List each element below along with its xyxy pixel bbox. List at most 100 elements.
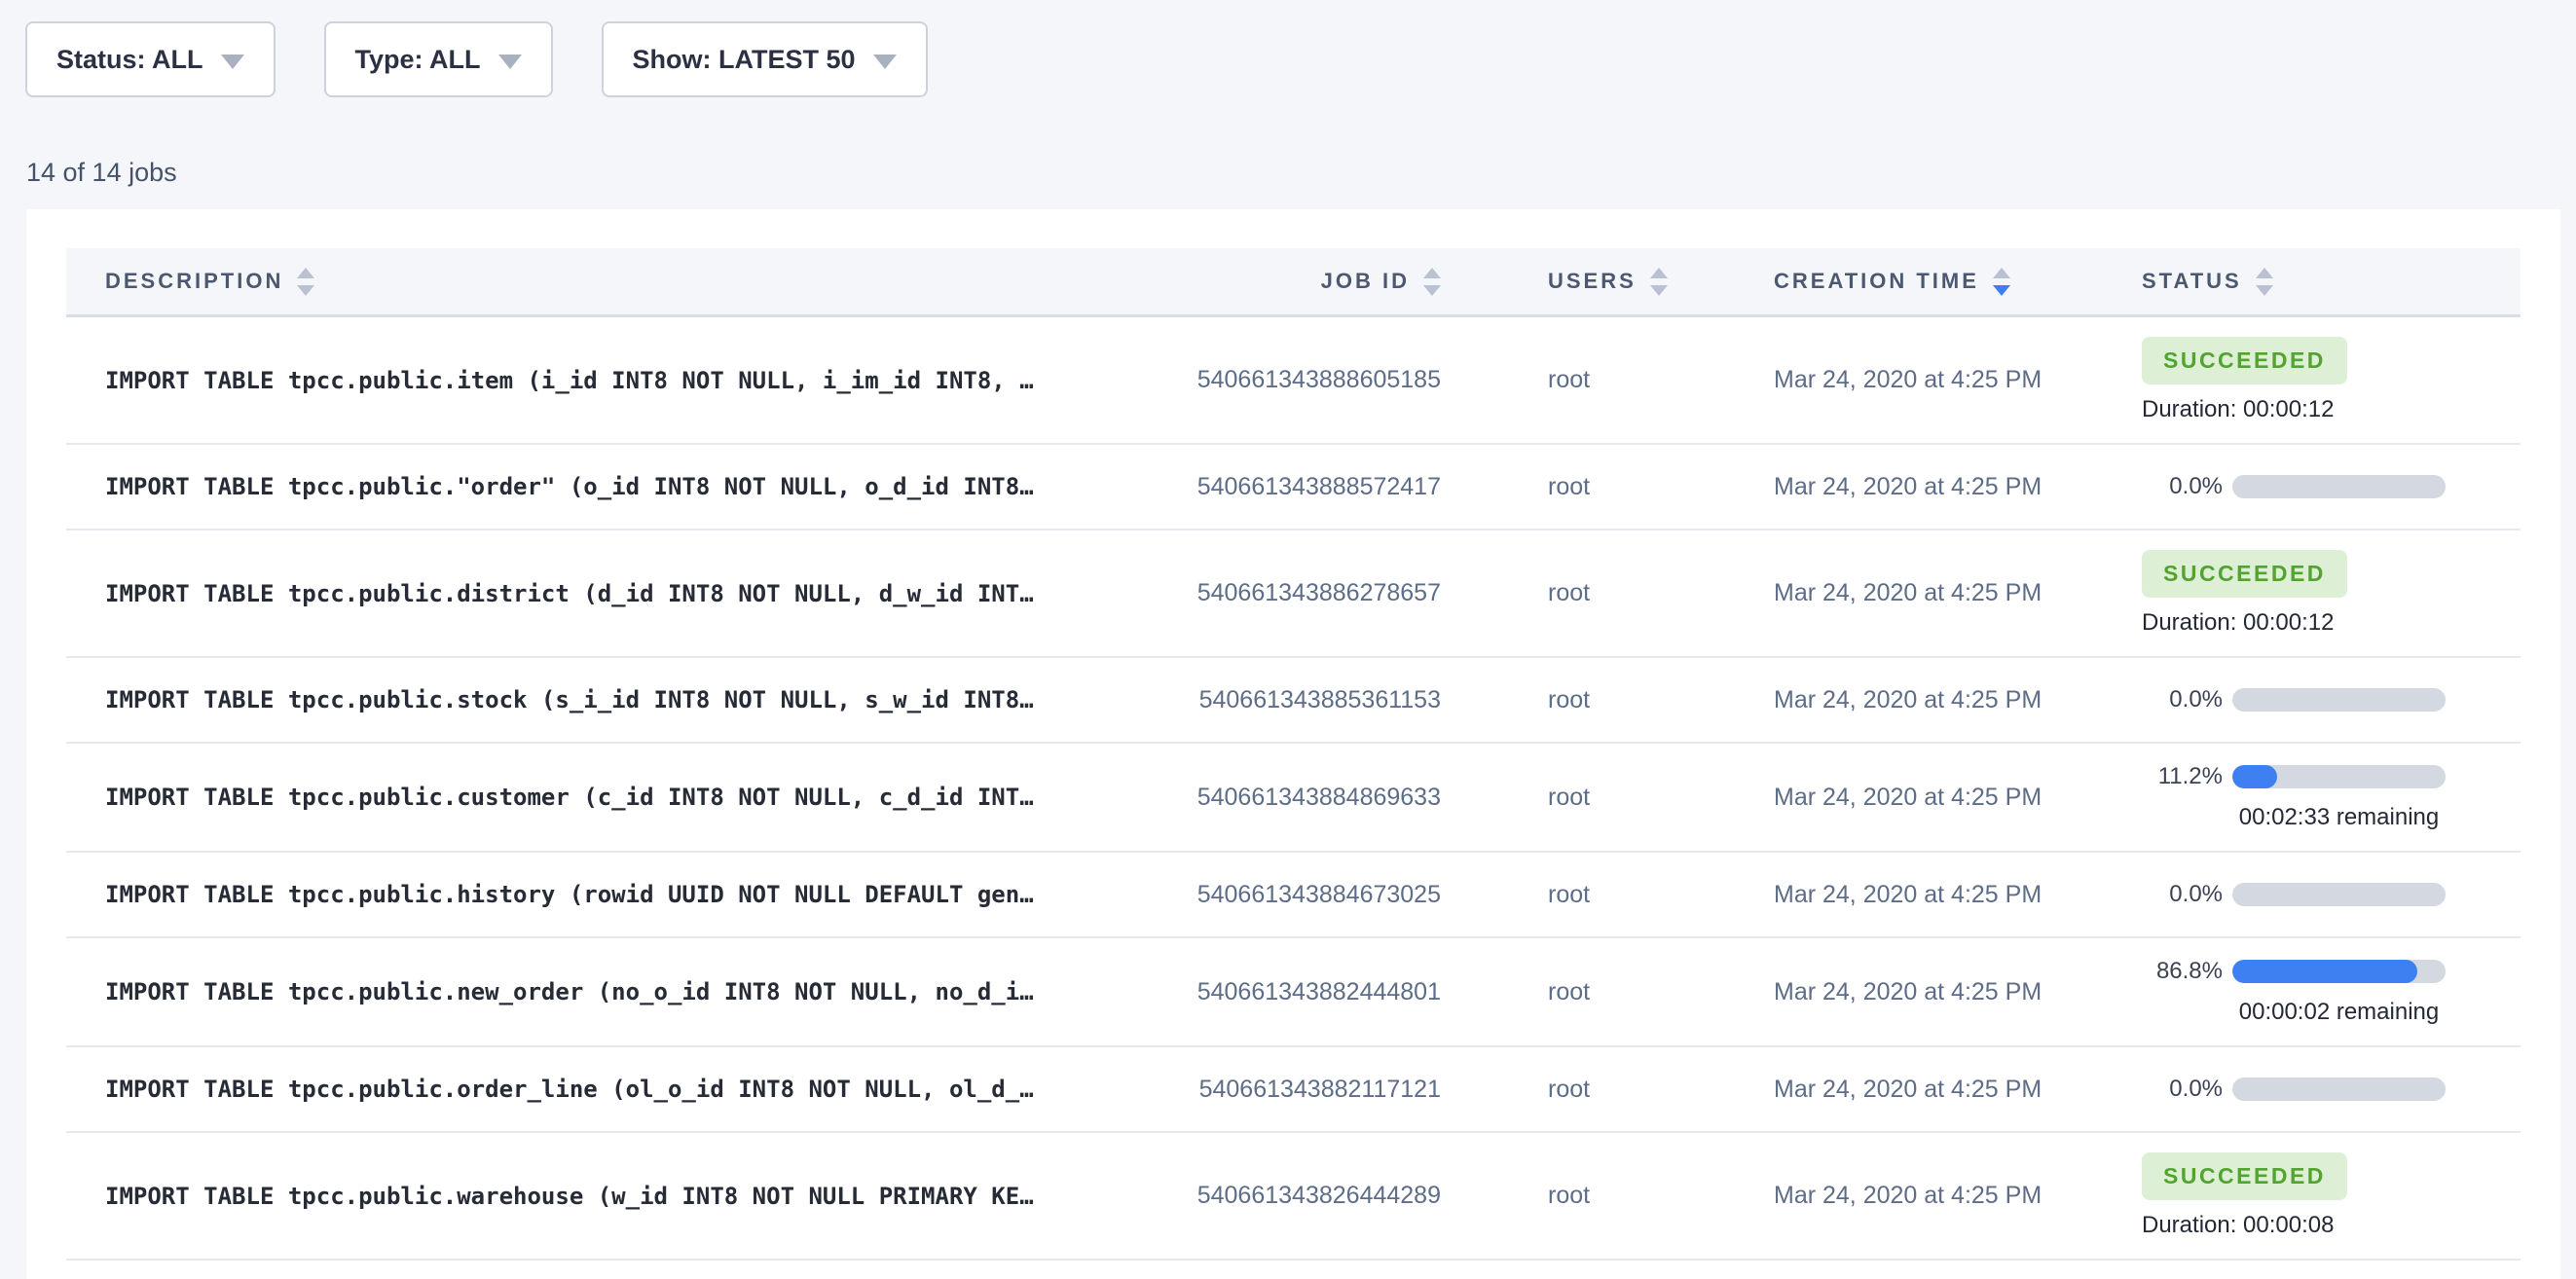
column-header-status[interactable]: STATUS <box>2064 268 2521 296</box>
progress-bar <box>2232 883 2446 906</box>
job-user: root <box>1441 784 1655 812</box>
job-id: 540661343884673025 <box>1178 881 1441 909</box>
progress-bar <box>2232 688 2446 712</box>
job-duration: Duration: 00:00:12 <box>2142 396 2521 423</box>
job-id: 540661343888605185 <box>1178 366 1441 394</box>
job-id: 540661343826444289 <box>1178 1182 1441 1210</box>
job-creation-time: Mar 24, 2020 at 4:25 PM <box>1655 366 2064 394</box>
table-row: IMPORT TABLE tpcc.public."order" (o_id I… <box>66 445 2521 530</box>
job-duration: Duration: 00:00:08 <box>2142 1212 2521 1239</box>
job-id: 540661343882117121 <box>1178 1076 1441 1104</box>
sort-arrows-icon <box>1993 268 2010 296</box>
chevron-down-icon <box>498 55 522 69</box>
job-progress: 0.0% <box>2142 1076 2521 1103</box>
table-row: IMPORT TABLE tpcc.public.order_line (ol_… <box>66 1047 2521 1133</box>
filter-bar: Status: ALL Type: ALL Show: LATEST 50 <box>0 0 2576 97</box>
job-user: root <box>1441 978 1655 1006</box>
sort-arrows-icon <box>297 268 314 296</box>
progress-bar <box>2232 1078 2446 1101</box>
jobs-table: DESCRIPTION JOB ID USERS CREATION TIME S… <box>66 248 2521 1261</box>
job-description: IMPORT TABLE tpcc.public.new_order (no_o… <box>66 978 1178 1005</box>
job-status: 0.0% <box>2064 1076 2521 1103</box>
progress-percent: 0.0% <box>2142 473 2223 500</box>
progress-percent: 11.2% <box>2142 763 2223 790</box>
progress-bar-fill <box>2232 765 2277 788</box>
job-id: 540661343882444801 <box>1178 978 1441 1006</box>
job-progress: 0.0% <box>2142 686 2521 713</box>
job-creation-time: Mar 24, 2020 at 4:25 PM <box>1655 686 2064 714</box>
job-description: IMPORT TABLE tpcc.public."order" (o_id I… <box>66 473 1178 500</box>
job-id: 540661343885361153 <box>1178 686 1441 714</box>
job-creation-time: Mar 24, 2020 at 4:25 PM <box>1655 579 2064 607</box>
job-description: IMPORT TABLE tpcc.public.order_line (ol_… <box>66 1076 1178 1103</box>
job-status: 0.0% <box>2064 686 2521 713</box>
table-row: IMPORT TABLE tpcc.public.history (rowid … <box>66 853 2521 938</box>
job-description: IMPORT TABLE tpcc.public.history (rowid … <box>66 881 1178 908</box>
job-creation-time: Mar 24, 2020 at 4:25 PM <box>1655 473 2064 501</box>
progress-percent: 0.0% <box>2142 881 2223 908</box>
table-row: IMPORT TABLE tpcc.public.warehouse (w_id… <box>66 1133 2521 1261</box>
job-description: IMPORT TABLE tpcc.public.customer (c_id … <box>66 784 1178 811</box>
job-status: 0.0% <box>2064 473 2521 500</box>
job-user: root <box>1441 366 1655 394</box>
job-status: 11.2% 00:02:33 remaining <box>2064 763 2521 831</box>
job-description: IMPORT TABLE tpcc.public.item (i_id INT8… <box>66 367 1178 394</box>
progress-percent: 86.8% <box>2142 958 2223 985</box>
job-progress: 86.8% <box>2142 958 2521 985</box>
status-badge: SUCCEEDED <box>2142 1152 2347 1200</box>
table-row: IMPORT TABLE tpcc.public.customer (c_id … <box>66 744 2521 853</box>
job-user: root <box>1441 1182 1655 1210</box>
job-user: root <box>1441 579 1655 607</box>
job-status: SUCCEEDED Duration: 00:00:12 <box>2064 550 2521 637</box>
progress-bar <box>2232 765 2446 788</box>
status-filter-dropdown[interactable]: Status: ALL <box>25 21 276 97</box>
chevron-down-icon <box>221 55 244 69</box>
job-status: 86.8%00:00:02 remaining <box>2064 958 2521 1026</box>
progress-percent: 0.0% <box>2142 686 2223 713</box>
job-status: SUCCEEDED Duration: 00:00:12 <box>2064 337 2521 423</box>
jobs-count-summary: 14 of 14 jobs <box>26 158 2576 188</box>
job-user: root <box>1441 686 1655 714</box>
column-header-description[interactable]: DESCRIPTION <box>66 268 1178 296</box>
status-badge: SUCCEEDED <box>2142 337 2347 384</box>
progress-bar <box>2232 960 2446 983</box>
type-filter-dropdown[interactable]: Type: ALL <box>324 21 553 97</box>
jobs-table-body: IMPORT TABLE tpcc.public.item (i_id INT8… <box>66 317 2521 1261</box>
job-id: 540661343888572417 <box>1178 473 1441 501</box>
sort-arrows-icon <box>2256 268 2273 296</box>
job-creation-time: Mar 24, 2020 at 4:25 PM <box>1655 978 2064 1006</box>
column-header-users[interactable]: USERS <box>1441 268 1655 296</box>
job-user: root <box>1441 473 1655 501</box>
job-creation-time: Mar 24, 2020 at 4:25 PM <box>1655 881 2064 909</box>
progress-bar <box>2232 475 2446 498</box>
job-user: root <box>1441 1076 1655 1104</box>
jobs-card: DESCRIPTION JOB ID USERS CREATION TIME S… <box>26 209 2560 1279</box>
job-progress: 0.0% <box>2142 881 2521 908</box>
job-time-remaining: 00:02:33 remaining <box>2232 804 2446 831</box>
job-description: IMPORT TABLE tpcc.public.warehouse (w_id… <box>66 1183 1178 1210</box>
progress-bar-fill <box>2232 960 2417 983</box>
job-status: 0.0% <box>2064 881 2521 908</box>
type-filter-label: Type: ALL <box>355 45 481 75</box>
status-badge: SUCCEEDED <box>2142 550 2347 598</box>
job-creation-time: Mar 24, 2020 at 4:25 PM <box>1655 1076 2064 1104</box>
job-description: IMPORT TABLE tpcc.public.stock (s_i_id I… <box>66 686 1178 713</box>
job-progress: 11.2% <box>2142 763 2521 790</box>
job-id: 540661343886278657 <box>1178 579 1441 607</box>
column-header-creation-time[interactable]: CREATION TIME <box>1655 268 2064 296</box>
progress-percent: 0.0% <box>2142 1076 2223 1103</box>
jobs-table-header: DESCRIPTION JOB ID USERS CREATION TIME S… <box>66 248 2521 317</box>
sort-arrows-icon <box>1423 268 1441 296</box>
chevron-down-icon <box>873 55 897 69</box>
table-row: IMPORT TABLE tpcc.public.district (d_id … <box>66 530 2521 658</box>
show-filter-dropdown[interactable]: Show: LATEST 50 <box>602 21 928 97</box>
job-id: 540661343884869633 <box>1178 784 1441 812</box>
job-creation-time: Mar 24, 2020 at 4:25 PM <box>1655 784 2064 812</box>
job-status: SUCCEEDED Duration: 00:00:08 <box>2064 1152 2521 1239</box>
job-creation-time: Mar 24, 2020 at 4:25 PM <box>1655 1182 2064 1210</box>
column-header-job-id[interactable]: JOB ID <box>1178 268 1441 296</box>
job-description: IMPORT TABLE tpcc.public.district (d_id … <box>66 580 1178 607</box>
table-row: IMPORT TABLE tpcc.public.new_order (no_o… <box>66 938 2521 1047</box>
job-duration: Duration: 00:00:12 <box>2142 609 2521 637</box>
table-row: IMPORT TABLE tpcc.public.stock (s_i_id I… <box>66 658 2521 744</box>
